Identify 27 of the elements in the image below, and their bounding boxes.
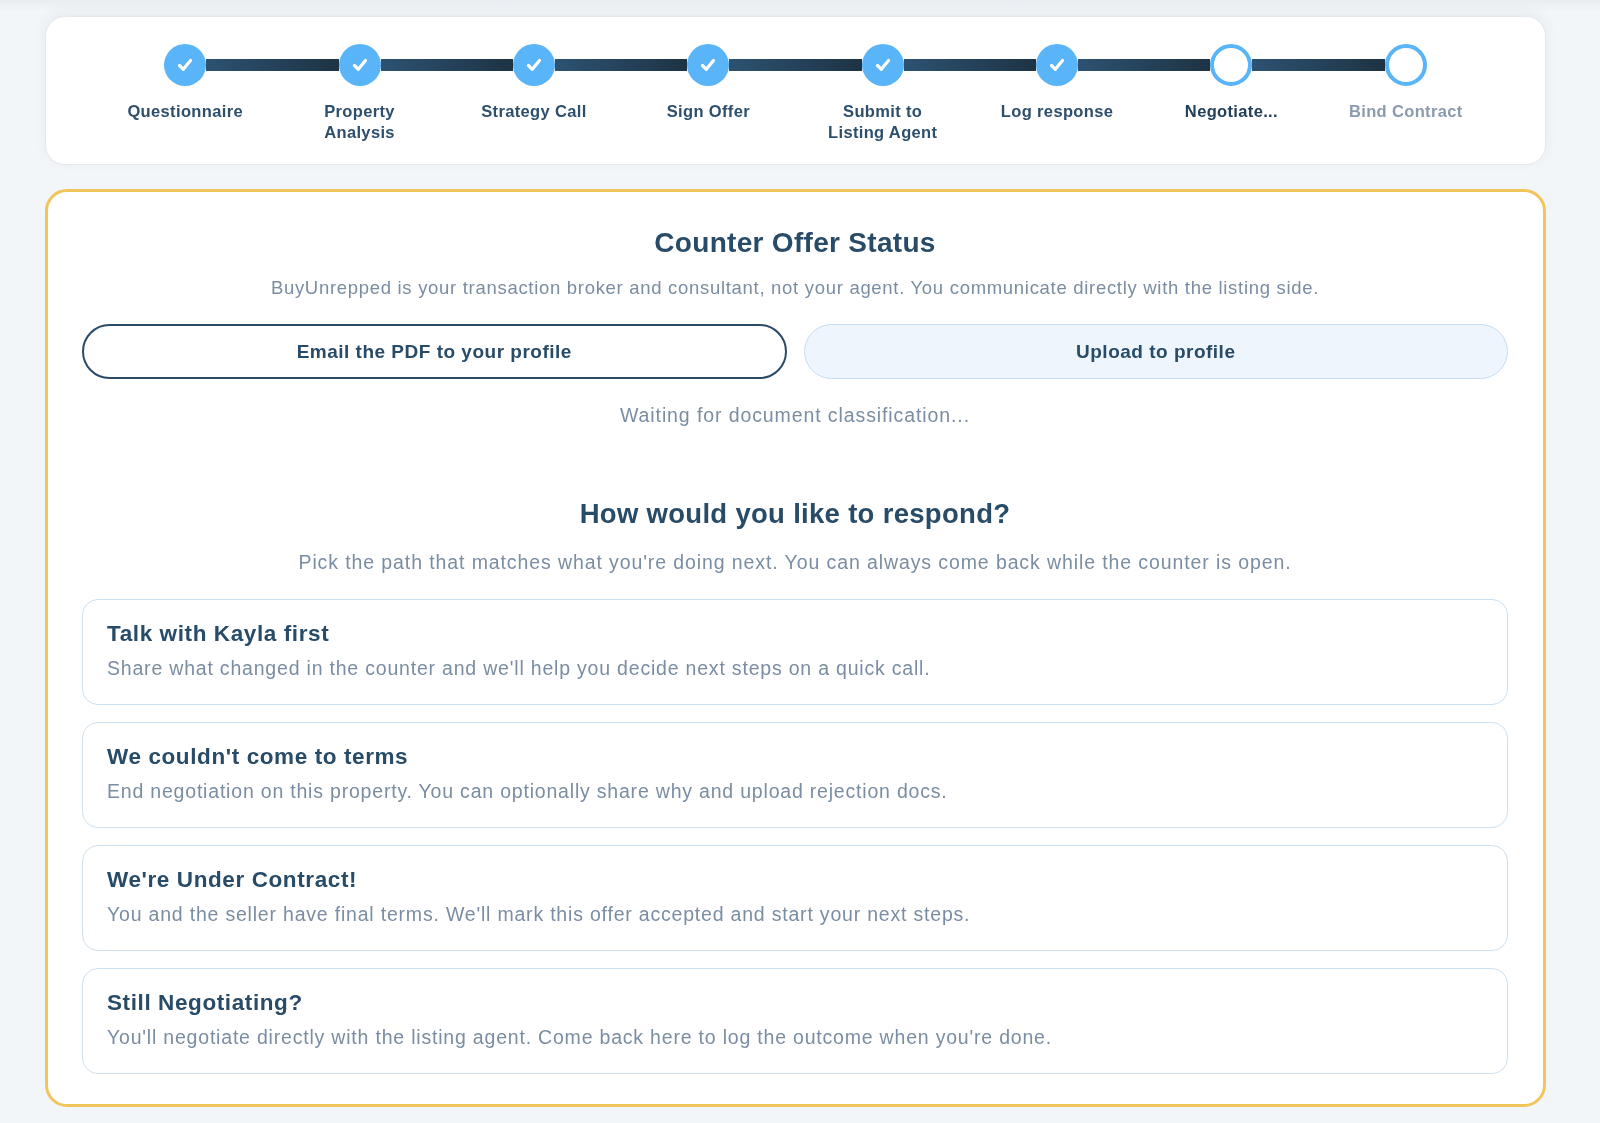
response-option-card[interactable]: We couldn't come to terms End negotiation on this property. You can optionally share why and upload rejection docs.	[82, 722, 1508, 828]
response-option-card[interactable]: We're Under Contract! You and the seller have final terms. We'll mark this offer accepted and start your next steps.	[82, 845, 1508, 951]
email-pdf-button[interactable]: Email the PDF to your profile	[82, 324, 787, 379]
option-title: Still Negotiating?	[107, 990, 303, 1016]
option-description: Share what changed in the counter and we'll help you decide next steps on a quick call.	[107, 656, 931, 680]
option-title: We couldn't come to terms	[107, 744, 409, 770]
section-subtitle: Pick the path that matches what you're doing next. You can always come back while the counter is open.	[298, 550, 1292, 574]
option-title: Talk with Kayla first	[107, 621, 330, 647]
option-description: End negotiation on this property. You can optionally share why and upload rejection docs.	[107, 779, 948, 803]
step-label: Submit to Listing Agent	[827, 101, 939, 143]
broker-note: BuyUnrepped is your transaction broker and consultant, not your agent. You communicate directly with the listing side.	[270, 276, 1320, 300]
step-label: Sign Offer	[666, 101, 750, 122]
step-label: Strategy Call	[481, 101, 587, 122]
step-label: Log response	[1000, 101, 1114, 122]
step-label: Property Analysis	[323, 101, 396, 143]
status-message: Waiting for document classification...	[620, 403, 970, 427]
response-option-card[interactable]: Still Negotiating? You'll negotiate directly with the listing agent. Come back here to log the outcome when you're done.	[82, 968, 1508, 1074]
option-title: We're Under Contract!	[107, 867, 358, 893]
upload-button[interactable]: Upload to profile	[803, 324, 1508, 379]
section-heading: How would you like to respond?	[579, 498, 1011, 530]
panel-title: Counter Offer Status	[654, 227, 936, 259]
step-label: Questionnaire	[127, 101, 243, 122]
response-option-card[interactable]: Talk with Kayla first Share what changed in the counter and we'll help you decide next steps on a quick call.	[82, 599, 1508, 705]
step-label: Bind Contract	[1349, 101, 1463, 122]
step-label: Negotiate...	[1184, 101, 1278, 122]
option-description: You and the seller have final terms. We'll mark this offer accepted and start your next steps.	[107, 902, 971, 926]
option-description: You'll negotiate directly with the listing agent. Come back here to log the outcome when you're done.	[107, 1025, 1052, 1049]
